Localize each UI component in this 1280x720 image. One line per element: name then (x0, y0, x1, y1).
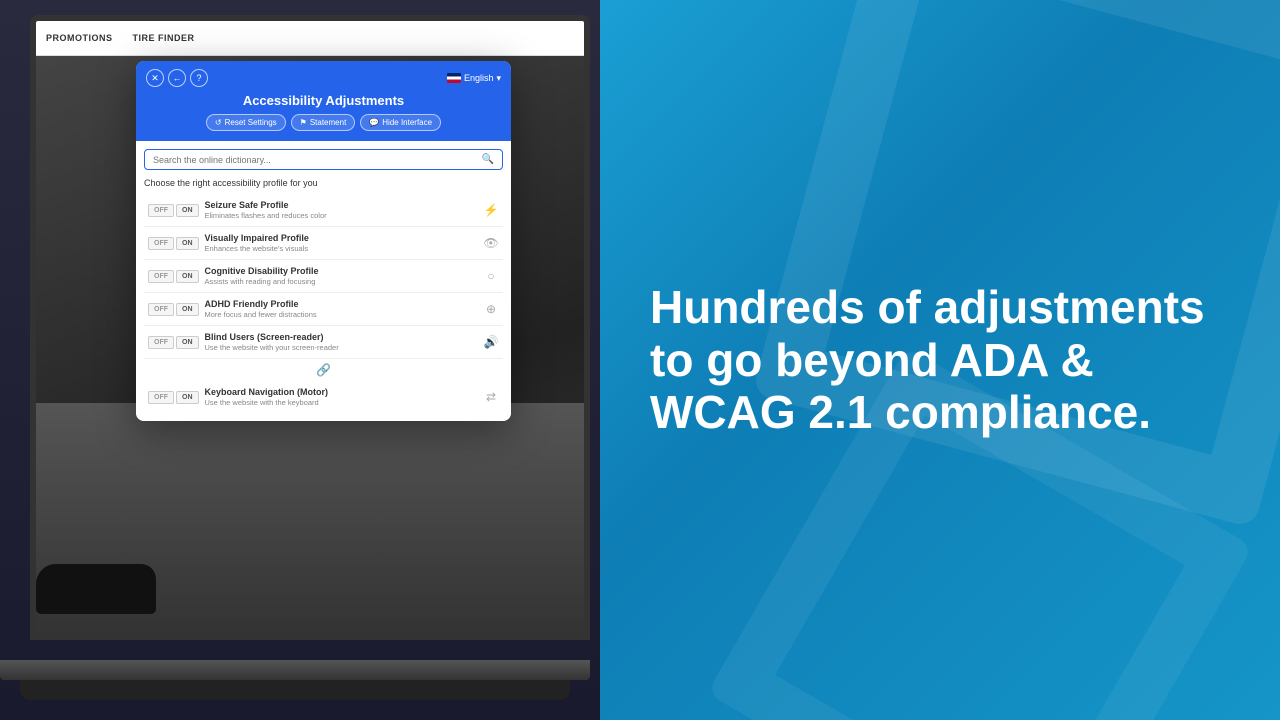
laptop-foot (20, 680, 570, 700)
reset-settings-button[interactable]: ↺ Reset Settings (206, 114, 286, 131)
toggle-group-visual: OFF ON (148, 237, 199, 250)
list-item: OFF ON Cognitive Disability Profile Assi… (144, 260, 503, 293)
blind-icon: 🔊 (483, 335, 499, 349)
toggle-on-adhd[interactable]: ON (176, 303, 199, 316)
toggle-on-seizure[interactable]: ON (176, 204, 199, 217)
visual-icon: 👁 (483, 236, 499, 250)
chevron-down-icon: ▾ (496, 73, 501, 84)
seizure-icon: ⚡ (483, 203, 499, 217)
list-item: OFF ON ADHD Friendly Profile More focus … (144, 293, 503, 326)
modal-controls: ✕ ← ? English ▾ (146, 69, 501, 87)
profile-desc: Use the website with your screen-reader (205, 343, 478, 352)
car-silhouette (36, 564, 156, 614)
list-item: OFF ON Keyboard Navigation (Motor) Use t… (144, 381, 503, 413)
toggle-group-keyboard: OFF ON (148, 391, 199, 404)
profile-info-seizure: Seizure Safe Profile Eliminates flashes … (205, 200, 478, 220)
profile-name: Seizure Safe Profile (205, 200, 478, 210)
profile-list: OFF ON Seizure Safe Profile Eliminates f… (144, 194, 503, 413)
hide-icon: 💬 (369, 118, 379, 127)
profile-name: Blind Users (Screen-reader) (205, 332, 478, 342)
hide-interface-button[interactable]: 💬 Hide Interface (360, 114, 441, 131)
profile-desc: Enhances the website's visuals (205, 244, 478, 253)
profile-name: Cognitive Disability Profile (205, 266, 478, 276)
profile-info-blind: Blind Users (Screen-reader) Use the webs… (205, 332, 478, 352)
nav-tire-finder: TIRE FINDER (133, 33, 195, 43)
laptop-base (0, 660, 590, 680)
search-bar[interactable]: 🔍 (144, 149, 503, 170)
website-header: PROMOTIONS TIRE FINDER (36, 21, 584, 56)
modal-header: ✕ ← ? English ▾ Accessibility Adjustment… (136, 61, 511, 141)
back-button[interactable]: ← (168, 69, 186, 87)
toggle-off-visual[interactable]: OFF (148, 237, 174, 250)
search-icon[interactable]: 🔍 (482, 154, 494, 165)
right-panel: Hundreds of adjustments to go beyond ADA… (600, 0, 1280, 720)
toggle-off-keyboard[interactable]: OFF (148, 391, 174, 404)
toggle-group-cognitive: OFF ON (148, 270, 199, 283)
toggle-off-cognitive[interactable]: OFF (148, 270, 174, 283)
modal-action-buttons: ↺ Reset Settings ⚑ Statement 💬 Hide Inte… (146, 114, 501, 131)
help-button[interactable]: ? (190, 69, 208, 87)
profile-desc: Eliminates flashes and reduces color (205, 211, 478, 220)
language-selector[interactable]: English ▾ (447, 73, 501, 84)
statement-button[interactable]: ⚑ Statement (291, 114, 356, 131)
profile-info-adhd: ADHD Friendly Profile More focus and few… (205, 299, 478, 319)
language-label: English (464, 73, 494, 83)
toggle-on-cognitive[interactable]: ON (176, 270, 199, 283)
adhd-icon: ⊕ (483, 302, 499, 316)
toggle-on-visual[interactable]: ON (176, 237, 199, 250)
toggle-off-seizure[interactable]: OFF (148, 204, 174, 217)
toggle-off-adhd[interactable]: OFF (148, 303, 174, 316)
list-item: OFF ON Seizure Safe Profile Eliminates f… (144, 194, 503, 227)
cognitive-icon: ○ (483, 269, 499, 283)
laptop-mockup: PROMOTIONS TIRE FINDER ✕ ← ? En (0, 0, 600, 720)
nav-promotions: PROMOTIONS (46, 33, 113, 43)
keyboard-icon: ⇄ (483, 390, 499, 404)
search-input[interactable] (153, 155, 482, 165)
toggle-group-adhd: OFF ON (148, 303, 199, 316)
toggle-off-blind[interactable]: OFF (148, 336, 174, 349)
divider-link-icon: 🔗 (144, 359, 503, 381)
profile-name: Keyboard Navigation (Motor) (205, 387, 478, 397)
close-button[interactable]: ✕ (146, 69, 164, 87)
flag-icon (447, 73, 461, 83)
profile-name: Visually Impaired Profile (205, 233, 478, 243)
profile-desc: Use the website with the keyboard (205, 398, 478, 407)
reset-icon: ↺ (215, 118, 222, 127)
modal-body: 🔍 Choose the right accessibility profile… (136, 141, 511, 421)
profile-info-keyboard: Keyboard Navigation (Motor) Use the webs… (205, 387, 478, 407)
profile-info-cognitive: Cognitive Disability Profile Assists wit… (205, 266, 478, 286)
toggle-on-keyboard[interactable]: ON (176, 391, 199, 404)
list-item: OFF ON Visually Impaired Profile Enhance… (144, 227, 503, 260)
profile-info-visual: Visually Impaired Profile Enhances the w… (205, 233, 478, 253)
toggle-on-blind[interactable]: ON (176, 336, 199, 349)
statement-icon: ⚑ (300, 118, 307, 127)
profile-section-title: Choose the right accessibility profile f… (144, 178, 503, 188)
modal-title: Accessibility Adjustments (146, 93, 501, 108)
list-item: OFF ON Blind Users (Screen-reader) Use t… (144, 326, 503, 359)
profile-desc: More focus and fewer distractions (205, 310, 478, 319)
toggle-group-blind: OFF ON (148, 336, 199, 349)
profile-desc: Assists with reading and focusing (205, 277, 478, 286)
modal-control-icons: ✕ ← ? (146, 69, 208, 87)
laptop-screen: PROMOTIONS TIRE FINDER ✕ ← ? En (30, 15, 590, 640)
accessibility-modal: ✕ ← ? English ▾ Accessibility Adjustment… (136, 61, 511, 421)
hero-text: Hundreds of adjustments to go beyond ADA… (650, 281, 1230, 440)
toggle-group-seizure: OFF ON (148, 204, 199, 217)
profile-name: ADHD Friendly Profile (205, 299, 478, 309)
